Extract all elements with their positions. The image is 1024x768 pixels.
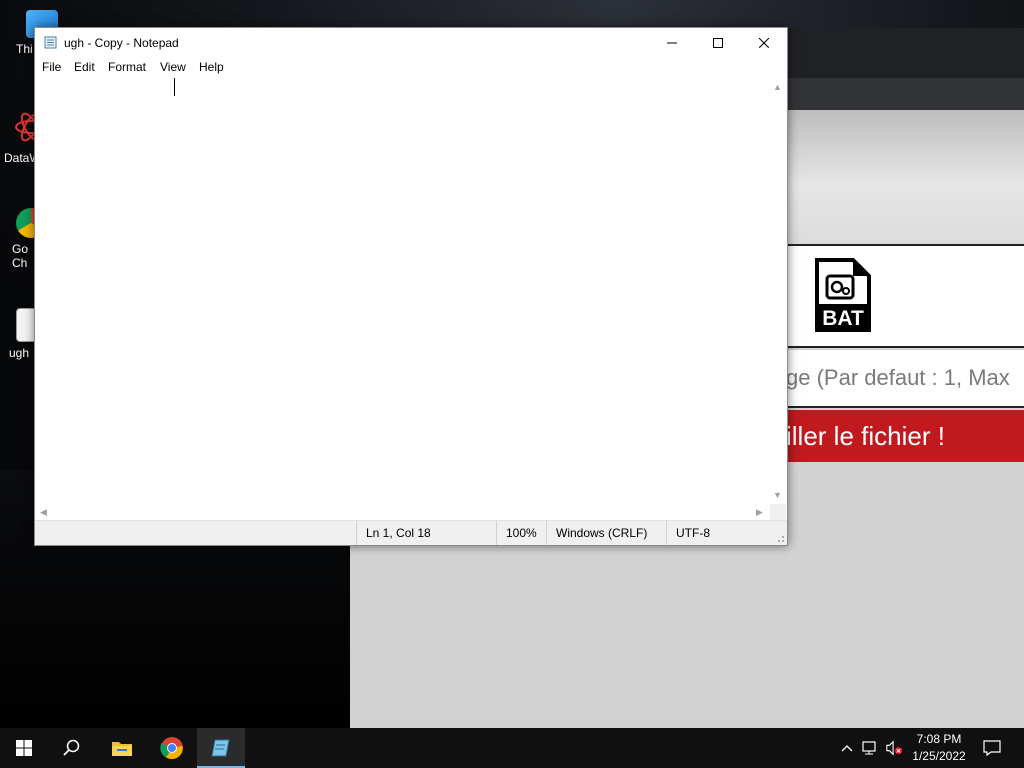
menu-view[interactable]: View [157, 60, 189, 74]
start-button[interactable] [0, 728, 48, 768]
menu-format[interactable]: Format [105, 60, 149, 74]
window-title: ugh - Copy - Notepad [64, 36, 179, 50]
bat-file-icon: BAT [815, 258, 871, 332]
chrome-icon [160, 737, 183, 760]
minimize-button[interactable] [649, 28, 695, 58]
horizontal-scrollbar[interactable]: ◀ ▶ [36, 504, 770, 520]
action-center-button[interactable] [982, 738, 1002, 758]
scroll-up-icon[interactable]: ▲ [773, 82, 782, 92]
close-button[interactable] [741, 28, 787, 58]
cursor-position: Ln 1, Col 18 [356, 521, 496, 545]
parameter-placeholder: ge (Par defaut : 1, Max [786, 365, 1010, 390]
notification-icon [983, 740, 1001, 756]
menu-bar: File Edit Format View Help [35, 58, 787, 78]
scroll-right-icon[interactable]: ▶ [756, 507, 763, 517]
file-explorer-icon [112, 742, 132, 756]
show-hidden-icons-button[interactable] [838, 738, 856, 758]
taskbar-notepad[interactable] [197, 728, 245, 768]
taskbar-chrome[interactable] [148, 728, 196, 768]
encoding: UTF-8 [666, 521, 787, 545]
clock-time: 7:08 PM [916, 732, 962, 746]
zoom-level: 100% [496, 521, 546, 545]
maximize-icon [713, 38, 723, 48]
taskbar-file-explorer[interactable] [98, 728, 146, 768]
close-icon [759, 38, 769, 48]
text-caret [174, 78, 175, 96]
menu-edit[interactable]: Edit [71, 60, 98, 74]
network-button[interactable] [861, 738, 879, 758]
notepad-icon [44, 36, 57, 49]
search-button[interactable] [48, 728, 96, 768]
maximize-button[interactable] [695, 28, 741, 58]
text-editor[interactable] [36, 78, 770, 504]
line-endings: Windows (CRLF) [546, 521, 666, 545]
clock-date: 1/25/2022 [912, 749, 966, 763]
scroll-down-icon[interactable]: ▼ [773, 490, 782, 500]
scroll-left-icon[interactable]: ◀ [40, 507, 47, 517]
resize-grip-icon[interactable] [775, 533, 785, 543]
notepad-window[interactable]: ugh - Copy - Notepad File Edit Format Vi… [34, 27, 788, 546]
chevron-up-icon [841, 745, 853, 752]
minimize-icon [667, 42, 677, 44]
network-icon [862, 741, 876, 755]
search-icon [63, 739, 80, 756]
notepad-icon [211, 739, 230, 757]
bat-label: BAT [822, 307, 864, 330]
notepad-titlebar[interactable]: ugh - Copy - Notepad [35, 28, 787, 58]
scroll-corner [770, 504, 786, 520]
compile-button-label: iller le fichier ! [786, 421, 945, 451]
taskbar: 7:08 PM 1/25/2022 [0, 728, 1024, 768]
menu-help[interactable]: Help [196, 60, 227, 74]
vertical-scrollbar[interactable]: ▲ ▼ [770, 78, 786, 504]
start-icon [16, 740, 32, 756]
status-bar: Ln 1, Col 18 100% Windows (CRLF) UTF-8 [35, 520, 787, 545]
taskbar-clock[interactable]: 7:08 PM 1/25/2022 [900, 731, 978, 765]
menu-file[interactable]: File [39, 60, 64, 74]
